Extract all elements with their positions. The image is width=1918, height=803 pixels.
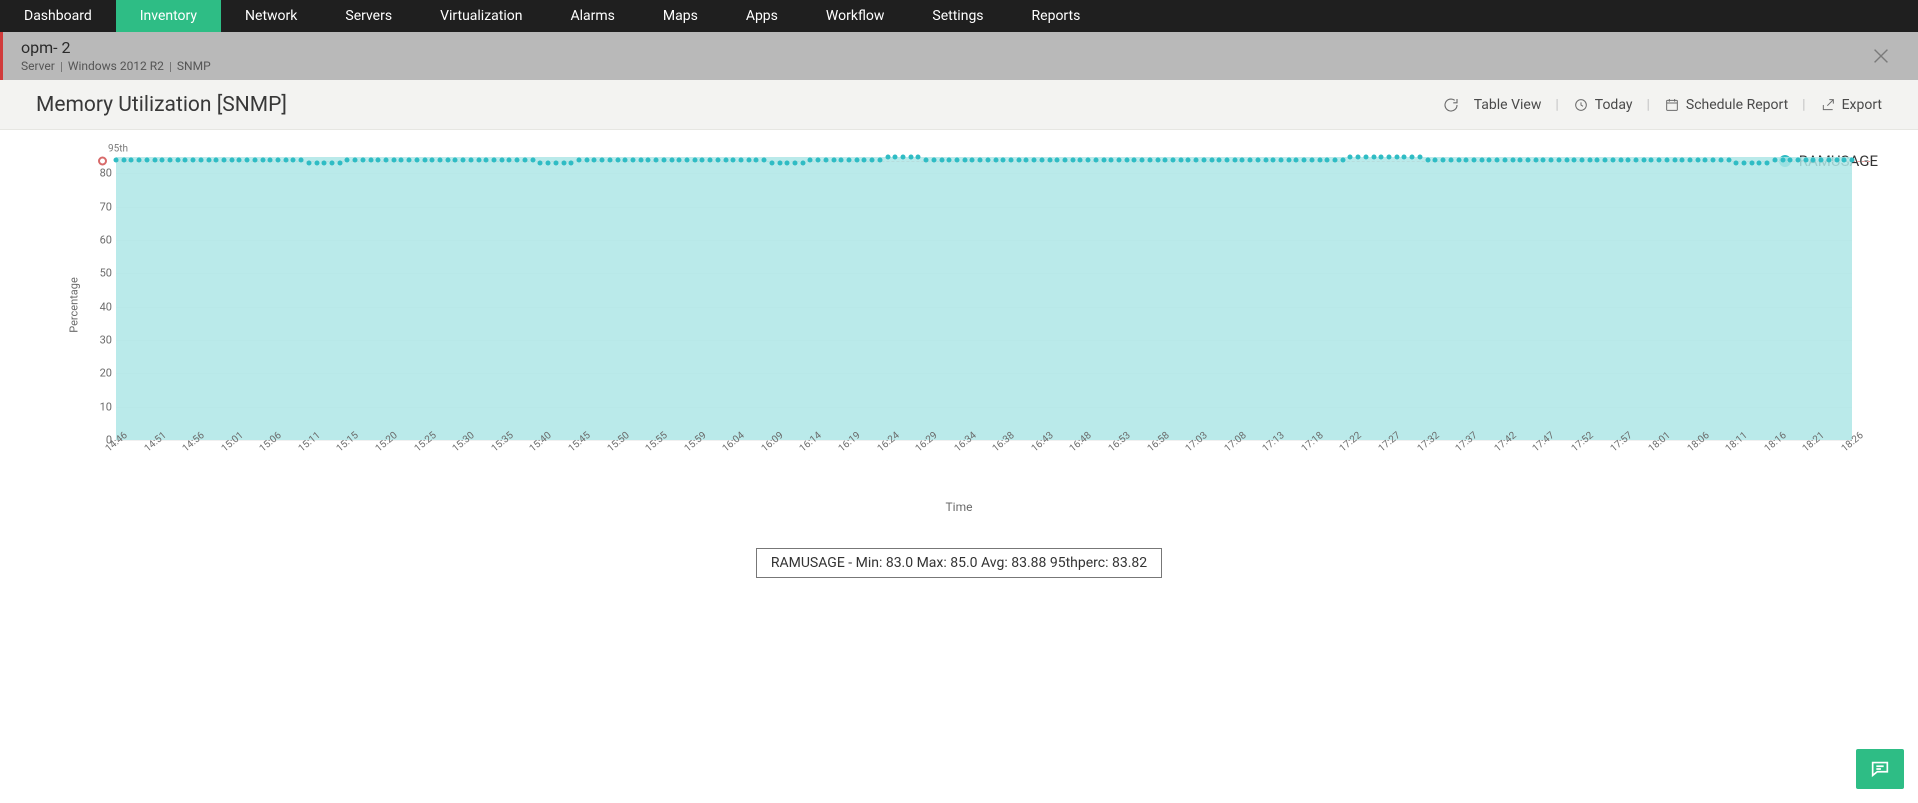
time-range-button[interactable]: Today — [1573, 97, 1633, 113]
y-tick: 40 — [84, 300, 112, 313]
clock-icon — [1573, 97, 1589, 113]
device-hostname: opm- 2 — [21, 39, 211, 57]
nav-tab-network[interactable]: Network — [221, 0, 321, 32]
separator: | — [1646, 97, 1649, 113]
device-header: opm- 2 ServerWindows 2012 R2SNMP — [0, 32, 1918, 80]
separator: | — [1555, 97, 1558, 113]
x-axis-label: Time — [36, 500, 1882, 514]
schedule-report-button[interactable]: Schedule Report — [1664, 97, 1788, 113]
nav-tab-dashboard[interactable]: Dashboard — [0, 0, 116, 32]
export-button[interactable]: Export — [1820, 97, 1882, 113]
p95-label: 95th — [108, 143, 128, 154]
refresh-icon — [1442, 96, 1460, 114]
nav-tab-settings[interactable]: Settings — [908, 0, 1007, 32]
chart-container: RAMUSAGE Percentage 0102030405060708095t… — [0, 130, 1918, 578]
separator: | — [1802, 97, 1805, 113]
action-bar: Table View | Today | Schedule Report | E… — [1442, 96, 1882, 114]
y-tick: 20 — [84, 367, 112, 380]
nav-tab-apps[interactable]: Apps — [722, 0, 802, 32]
chart-plot[interactable]: Percentage 0102030405060708095th 14:4614… — [56, 140, 1882, 470]
y-axis-label: Percentage — [67, 277, 80, 333]
nav-tab-alarms[interactable]: Alarms — [546, 0, 638, 32]
y-tick: 10 — [84, 400, 112, 413]
y-tick: 70 — [84, 200, 112, 213]
refresh-button[interactable] — [1442, 96, 1460, 114]
y-tick: 50 — [84, 267, 112, 280]
y-tick: 60 — [84, 234, 112, 247]
p95-marker-icon — [98, 156, 107, 165]
nav-tab-virtualization[interactable]: Virtualization — [416, 0, 546, 32]
top-nav: DashboardInventoryNetworkServersVirtuali… — [0, 0, 1918, 32]
nav-tab-inventory[interactable]: Inventory — [116, 0, 221, 32]
export-icon — [1820, 97, 1836, 113]
chat-icon — [1869, 758, 1891, 780]
chart-area — [116, 157, 1852, 440]
title-bar: Memory Utilization [SNMP] Table View | T… — [0, 80, 1918, 130]
chart-stats-box: RAMUSAGE - Min: 83.0 Max: 85.0 Avg: 83.8… — [756, 548, 1162, 578]
calendar-icon — [1664, 97, 1680, 113]
close-icon[interactable] — [1870, 45, 1892, 67]
table-view-button[interactable]: Table View — [1474, 97, 1542, 113]
nav-tab-servers[interactable]: Servers — [321, 0, 416, 32]
nav-tab-reports[interactable]: Reports — [1008, 0, 1105, 32]
nav-tab-maps[interactable]: Maps — [639, 0, 722, 32]
page-title: Memory Utilization [SNMP] — [36, 93, 287, 117]
chat-button[interactable] — [1856, 749, 1904, 789]
nav-tab-workflow[interactable]: Workflow — [802, 0, 909, 32]
y-tick: 80 — [84, 167, 112, 180]
y-tick: 30 — [84, 334, 112, 347]
device-meta: ServerWindows 2012 R2SNMP — [21, 59, 211, 73]
